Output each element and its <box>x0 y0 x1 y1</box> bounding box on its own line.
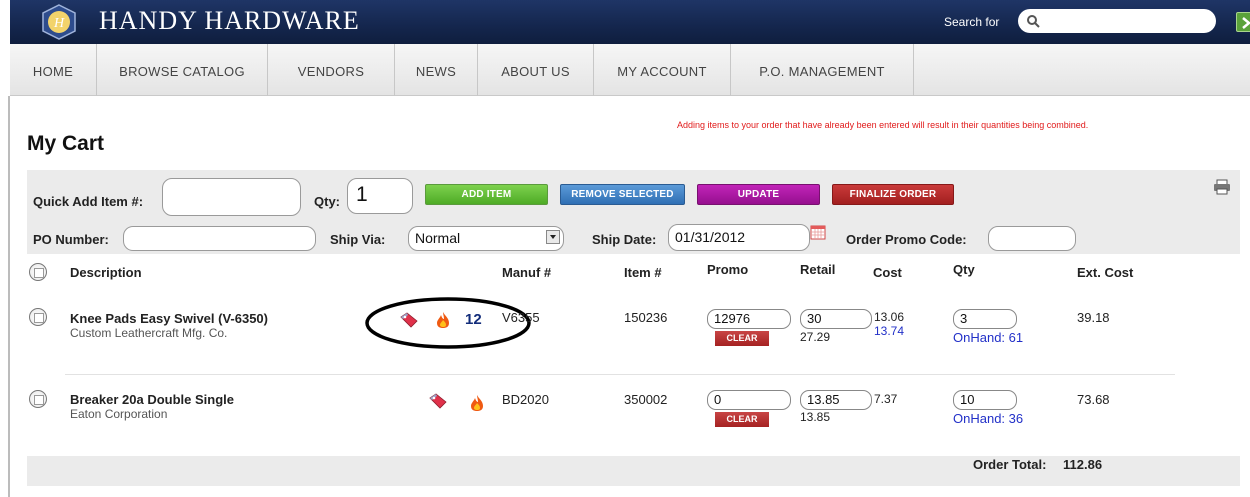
row-checkbox[interactable] <box>29 308 47 326</box>
row-onhand: OnHand: 61 <box>953 330 1024 345</box>
nav-vendors[interactable]: VENDORS <box>268 44 395 96</box>
row-retail-sub: 27.29 <box>800 330 831 344</box>
hex-logo-icon[interactable]: H <box>40 4 78 40</box>
ship-via-select[interactable]: Normal <box>408 226 564 251</box>
col-retail: Retail <box>800 262 836 277</box>
order-promo-input[interactable] <box>988 226 1076 251</box>
row-cost-sub: 13.74 <box>874 324 905 338</box>
row-ext-cost: 73.68 <box>1077 392 1110 407</box>
col-ext-cost: Ext. Cost <box>1077 265 1134 280</box>
nav-about-us[interactable]: ABOUT US <box>478 44 594 96</box>
col-manuf: Manuf # <box>502 265 552 280</box>
order-promo-label: Order Promo Code: <box>846 232 967 247</box>
svg-text:H: H <box>53 16 65 31</box>
promo-tag-icon[interactable] <box>429 393 447 409</box>
page-title: My Cart <box>27 132 105 155</box>
row-vendor: Eaton Corporation <box>70 407 168 421</box>
row-retail-input[interactable]: 30 <box>800 309 872 329</box>
row-qty-input[interactable]: 10 <box>953 390 1017 410</box>
row-manuf: V6355 <box>502 310 540 325</box>
search-go-button[interactable] <box>1236 12 1250 32</box>
combine-notice: Adding items to your order that have alr… <box>677 120 1089 130</box>
col-cost: Cost <box>873 265 902 280</box>
row-onhand: OnHand: 36 <box>953 411 1024 426</box>
nav-home[interactable]: HOME <box>10 44 97 96</box>
row-qty-input[interactable]: 3 <box>953 309 1017 329</box>
brand-name[interactable]: HANDY HARDWARE <box>99 6 360 36</box>
add-item-button[interactable]: ADD ITEM <box>425 184 548 205</box>
col-item: Item # <box>624 265 662 280</box>
quick-add-item-input[interactable] <box>162 178 301 216</box>
search-input[interactable] <box>1018 9 1216 33</box>
finalize-order-button[interactable]: FINALIZE ORDER <box>832 184 954 205</box>
ship-date-input[interactable]: 01/31/2012 <box>668 224 810 251</box>
search-label: Search for <box>944 15 1000 29</box>
hot-item-flame-icon[interactable] <box>436 311 450 329</box>
qty-label: Qty: <box>314 194 340 209</box>
col-qty: Qty <box>953 262 975 277</box>
quick-add-qty-input[interactable]: 1 <box>347 178 413 214</box>
page-frame-border <box>8 96 10 497</box>
main-nav: HOME BROWSE CATALOG VENDORS NEWS ABOUT U… <box>10 44 1250 96</box>
row-retail-sub: 13.85 <box>800 410 831 424</box>
chevron-right-icon <box>1242 17 1250 29</box>
row-ext-cost: 39.18 <box>1077 310 1110 325</box>
ship-via-label: Ship Via: <box>330 232 386 247</box>
quick-add-label: Quick Add Item #: <box>33 194 144 209</box>
top-header: H HANDY HARDWARE Search for <box>10 0 1250 44</box>
chevron-down-icon <box>546 230 560 244</box>
hot-item-flame-icon[interactable] <box>470 394 484 412</box>
order-total-band <box>27 456 1240 486</box>
nav-po-management[interactable]: P.O. MANAGEMENT <box>731 44 914 96</box>
print-icon[interactable] <box>1213 179 1231 195</box>
row-description[interactable]: Knee Pads Easy Swivel (V-6350) <box>70 311 268 326</box>
remove-selected-button[interactable]: REMOVE SELECTED <box>560 184 685 205</box>
row-vendor: Custom Leathercraft Mfg. Co. <box>70 326 228 340</box>
row-item: 150236 <box>624 310 668 325</box>
ship-date-label: Ship Date: <box>592 232 657 247</box>
search-icon <box>1027 15 1040 28</box>
row-divider <box>65 374 1175 375</box>
col-description: Description <box>70 265 142 280</box>
calendar-icon[interactable] <box>810 225 826 240</box>
row-promo-input[interactable]: 0 <box>707 390 791 410</box>
update-button[interactable]: UPDATE <box>697 184 820 205</box>
clear-promo-button[interactable]: CLEAR <box>715 412 769 427</box>
row-retail-input[interactable]: 13.85 <box>800 390 872 410</box>
select-all-checkbox[interactable] <box>29 263 47 281</box>
row-item: 350002 <box>624 392 668 407</box>
col-promo: Promo <box>707 262 749 277</box>
row-badge-count: 12 <box>465 311 482 328</box>
po-number-label: PO Number: <box>33 232 109 247</box>
row-cost: 13.06 <box>874 310 905 324</box>
order-total-value: 112.86 <box>1063 457 1103 472</box>
nav-news[interactable]: NEWS <box>395 44 478 96</box>
row-cost: 7.37 <box>874 392 898 406</box>
po-number-input[interactable] <box>123 226 316 251</box>
nav-my-account[interactable]: MY ACCOUNT <box>594 44 731 96</box>
clear-promo-button[interactable]: CLEAR <box>715 331 769 346</box>
promo-tag-icon[interactable] <box>400 312 418 328</box>
nav-browse-catalog[interactable]: BROWSE CATALOG <box>97 44 268 96</box>
row-promo-input[interactable]: 12976 <box>707 309 791 329</box>
row-checkbox[interactable] <box>29 390 47 408</box>
row-description[interactable]: Breaker 20a Double Single <box>70 392 234 407</box>
row-manuf: BD2020 <box>502 392 549 407</box>
order-total-label: Order Total: <box>973 457 1047 472</box>
ship-via-value: Normal <box>415 230 461 246</box>
